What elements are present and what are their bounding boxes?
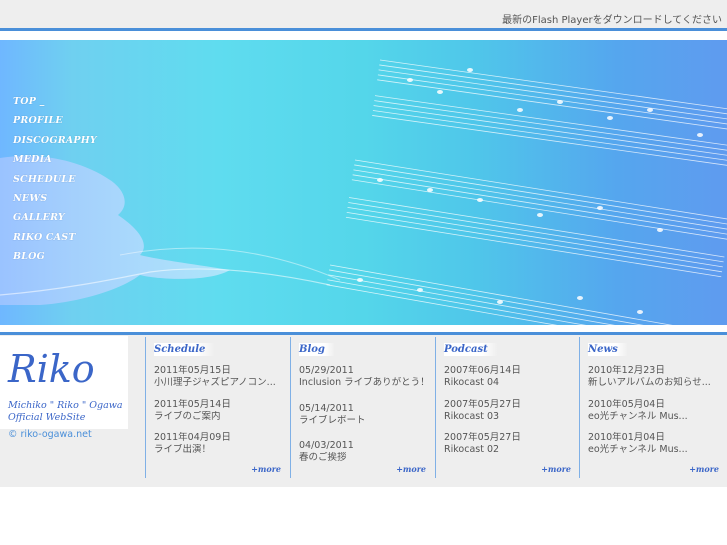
entry-date: 2007年05月27日 xyxy=(444,432,521,443)
blog-heading: Blog xyxy=(299,343,335,356)
nav-item-profile[interactable]: PROFILE xyxy=(13,115,123,134)
top-bar: 最新のFlash Playerをダウンロードしてください xyxy=(0,0,727,31)
site-logo[interactable]: Riko Michiko " Riko " Ogawa Official Web… xyxy=(0,336,128,429)
entry-title: ライブレポート xyxy=(299,414,366,426)
nav-item-riko-cast[interactable]: RIKO CAST xyxy=(13,232,123,251)
podcast-heading: Podcast xyxy=(444,343,498,356)
entry-title: eo光チャンネル Mus... xyxy=(588,443,688,455)
entry-date: 2007年05月27日 xyxy=(444,399,521,410)
list-item[interactable]: 2010年01月04日 eo光チャンネル Mus... xyxy=(588,432,722,455)
list-item[interactable]: 04/03/2011 春のご挨拶 xyxy=(299,440,433,463)
entry-date: 2010年05月04日 xyxy=(588,399,665,410)
schedule-heading: Schedule xyxy=(154,343,216,356)
schedule-column: Schedule 2011年05月15日 小川理子ジャズピアノコン... 201… xyxy=(145,337,289,478)
nav-item-news[interactable]: NEWS xyxy=(13,193,123,212)
entry-title: Rikocast 03 xyxy=(444,410,500,422)
entry-date: 2010年12月23日 xyxy=(588,365,665,376)
entry-title: ライブのご案内 xyxy=(154,410,221,422)
blog-column: Blog 05/29/2011 Inclusion ライブありがとう！ 05/1… xyxy=(290,337,434,478)
entry-date: 2010年01月04日 xyxy=(588,432,665,443)
hero-banner: TOP _ PROFILE DISCOGRAPHY MEDIA SCHEDULE… xyxy=(0,40,727,325)
nav-item-top[interactable]: TOP _ xyxy=(13,96,123,115)
news-column: News 2010年12月23日 新しいアルバムのお知らせ... 2010年05… xyxy=(579,337,727,478)
logo-title: Riko xyxy=(7,347,95,391)
nav-item-discography[interactable]: DISCOGRAPHY xyxy=(13,135,123,154)
entry-date: 2011年04月09日 xyxy=(154,432,231,443)
entry-date: 2011年05月15日 xyxy=(154,365,231,376)
entry-date: 2007年06月14日 xyxy=(444,365,521,376)
list-item[interactable]: 2007年05月27日 Rikocast 03 xyxy=(444,399,578,422)
entry-title: Inclusion ライブありがとう！ xyxy=(299,376,430,388)
nav-item-schedule[interactable]: SCHEDULE xyxy=(13,174,123,193)
nav-item-media[interactable]: MEDIA xyxy=(13,154,123,173)
entry-title: 新しいアルバムのお知らせ... xyxy=(588,376,711,388)
news-more-link[interactable]: +more xyxy=(689,464,719,474)
list-item[interactable]: 2011年05月14日 ライブのご案内 xyxy=(154,399,288,422)
list-item[interactable]: 05/14/2011 ライブレポート xyxy=(299,403,433,426)
logo-subtitle-site: Official WebSite xyxy=(8,412,86,423)
news-heading: News xyxy=(588,343,628,356)
entry-title: ライブ出演！ xyxy=(154,443,212,455)
main-navigation: TOP _ PROFILE DISCOGRAPHY MEDIA SCHEDULE… xyxy=(13,96,123,271)
logo-subtitle-name: Michiko " Riko " Ogawa xyxy=(7,400,123,411)
list-item[interactable]: 05/29/2011 Inclusion ライブありがとう！ xyxy=(299,365,433,388)
nav-item-gallery[interactable]: GALLERY xyxy=(13,212,123,231)
entry-date: 05/14/2011 xyxy=(299,403,354,414)
riko-logo-graphic: Riko Michiko " Riko " Ogawa Official Web… xyxy=(7,347,123,423)
entry-date: 05/29/2011 xyxy=(299,365,354,376)
info-panel: Riko Michiko " Riko " Ogawa Official Web… xyxy=(0,335,727,487)
schedule-more-link[interactable]: +more xyxy=(251,464,281,474)
entry-date: 2011年05月14日 xyxy=(154,399,231,410)
entry-title: Rikocast 02 xyxy=(444,443,500,455)
entry-title: eo光チャンネル Mus... xyxy=(588,410,688,422)
copyright-text: © riko-ogawa.net xyxy=(8,429,92,440)
podcast-more-link[interactable]: +more xyxy=(541,464,571,474)
list-item[interactable]: 2007年06月14日 Rikocast 04 xyxy=(444,365,578,388)
entry-title: 春のご挨拶 xyxy=(299,451,347,463)
entry-date: 04/03/2011 xyxy=(299,440,354,451)
flash-player-notice[interactable]: 最新のFlash Playerをダウンロードしてください xyxy=(502,11,722,26)
podcast-column: Podcast 2007年06月14日 Rikocast 04 2007年05月… xyxy=(435,337,579,478)
list-item[interactable]: 2007年05月27日 Rikocast 02 xyxy=(444,432,578,455)
blog-more-link[interactable]: +more xyxy=(396,464,426,474)
list-item[interactable]: 2010年05月04日 eo光チャンネル Mus... xyxy=(588,399,722,422)
list-item[interactable]: 2011年04月09日 ライブ出演！ xyxy=(154,432,288,455)
list-item[interactable]: 2010年12月23日 新しいアルバムのお知らせ... xyxy=(588,365,722,388)
list-item[interactable]: 2011年05月15日 小川理子ジャズピアノコン... xyxy=(154,365,288,388)
nav-item-blog[interactable]: BLOG xyxy=(13,251,123,270)
entry-title: Rikocast 04 xyxy=(444,376,500,388)
entry-title: 小川理子ジャズピアノコン... xyxy=(154,376,276,388)
